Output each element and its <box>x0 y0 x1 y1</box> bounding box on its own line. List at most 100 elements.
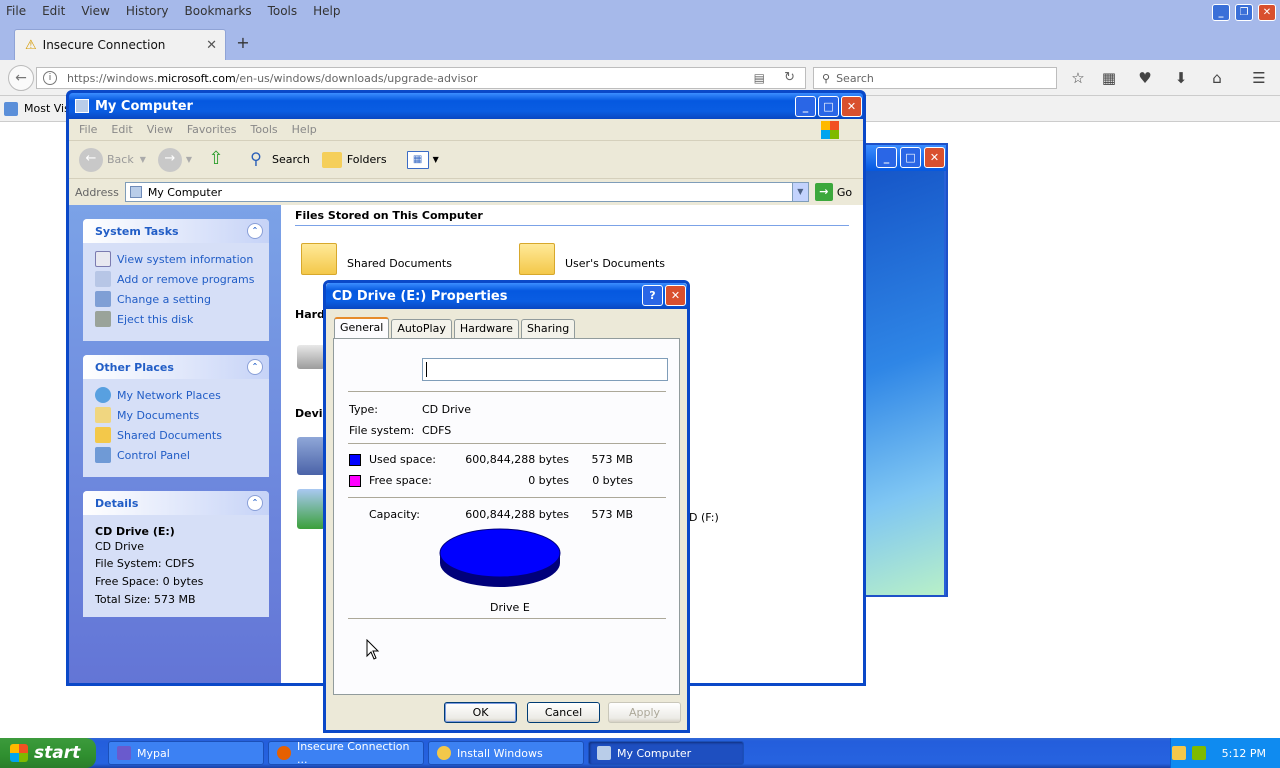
menu-help[interactable]: Help <box>313 4 340 18</box>
collapse-chevron-icon[interactable]: ⌃ <box>247 223 263 239</box>
close-icon[interactable]: ✕ <box>924 147 945 168</box>
tab-autoplay[interactable]: AutoPlay <box>391 319 452 339</box>
used-space-swatch <box>349 454 361 466</box>
taskbar-button-my-computer[interactable]: My Computer <box>588 741 744 765</box>
hamburger-menu-icon[interactable]: ☰ <box>1248 68 1270 88</box>
taskbar-label: Install Windows <box>457 746 543 760</box>
back-button[interactable]: ← Back ▼ <box>79 147 146 172</box>
taskbar-button-mypal[interactable]: Mypal <box>108 741 264 765</box>
bookmark-star-icon[interactable]: ☆ <box>1067 68 1089 88</box>
search-button[interactable]: ⚲ Search <box>244 148 310 172</box>
taskbar-button-install-windows[interactable]: Install Windows <box>428 741 584 765</box>
place-network-places[interactable]: My Network Places <box>95 385 269 405</box>
my-computer-titlebar[interactable]: My Computer <box>69 93 863 119</box>
search-box[interactable]: ⚲ Search <box>813 67 1057 89</box>
menu-view[interactable]: View <box>147 123 173 136</box>
forward-button[interactable]: → ▼ <box>157 147 193 172</box>
free-space-mb: 0 bytes <box>592 474 633 487</box>
tab-close-icon[interactable]: ✕ <box>206 38 217 53</box>
network-places-icon <box>95 387 111 403</box>
download-icon[interactable]: ⬇ <box>1170 68 1192 88</box>
menu-history[interactable]: History <box>126 4 169 18</box>
dialog-titlebar[interactable]: CD Drive (E:) Properties <box>326 283 687 309</box>
minimize-icon[interactable]: _ <box>795 96 816 117</box>
collapse-chevron-icon[interactable]: ⌃ <box>247 359 263 375</box>
minimize-icon[interactable]: _ <box>876 147 897 168</box>
tray-network-icon[interactable] <box>1191 746 1206 760</box>
close-icon[interactable]: ✕ <box>841 96 862 117</box>
tab-hardware[interactable]: Hardware <box>453 319 519 339</box>
type-value: CD Drive <box>422 403 471 416</box>
tab-sharing[interactable]: Sharing <box>520 319 576 339</box>
drive-f-label[interactable]: D (F:) <box>689 511 719 524</box>
maximize-icon[interactable]: □ <box>818 96 839 117</box>
task-view-system-information[interactable]: View system information <box>95 249 269 269</box>
taskbar-button-insecure-connection[interactable]: Insecure Connection ... <box>268 740 424 766</box>
background-window[interactable]: _ □ ✕ <box>862 143 948 597</box>
tab-insecure-connection[interactable]: ⚠ Insecure Connection ✕ <box>14 29 226 60</box>
close-icon[interactable]: ✕ <box>1258 4 1276 21</box>
tab-general[interactable]: General <box>334 317 390 339</box>
library-icon[interactable]: ▦ <box>1098 68 1120 88</box>
clock[interactable]: 5:12 PM <box>1222 747 1266 760</box>
menu-edit[interactable]: Edit <box>111 123 132 136</box>
go-button[interactable]: → Go <box>814 183 852 201</box>
reader-view-icon[interactable]: ▤ <box>754 71 765 85</box>
info-icon[interactable]: i <box>43 71 57 85</box>
menu-file[interactable]: File <box>79 123 97 136</box>
maximize-icon[interactable]: □ <box>900 147 921 168</box>
chevron-down-icon[interactable]: ▼ <box>791 183 808 201</box>
reload-icon[interactable]: ↻ <box>784 70 795 85</box>
chevron-down-icon: ▼ <box>185 155 193 164</box>
other-places-panel: Other Places ⌃ My Network Places My Docum… <box>83 355 269 477</box>
apply-button[interactable]: Apply <box>608 702 681 723</box>
url-bar[interactable]: i https://windows. microsoft.com/en-us/wi… <box>36 67 806 89</box>
menu-edit[interactable]: Edit <box>42 4 65 18</box>
up-folder-button[interactable]: ⇧ <box>204 148 232 172</box>
menu-file[interactable]: File <box>6 4 26 18</box>
home-icon[interactable]: ⌂ <box>1206 68 1228 88</box>
taskbar-label: Mypal <box>137 746 170 760</box>
shared-documents-label[interactable]: Shared Documents <box>347 257 452 270</box>
place-shared-documents[interactable]: Shared Documents <box>95 425 269 445</box>
cd-drive-icon[interactable] <box>297 489 325 529</box>
help-icon[interactable]: ? <box>642 285 663 306</box>
panel-title: System Tasks <box>95 224 179 238</box>
folder-icon[interactable] <box>301 243 337 275</box>
start-button[interactable]: start <box>0 738 96 768</box>
menu-tools[interactable]: Tools <box>268 4 298 18</box>
collapse-chevron-icon[interactable]: ⌃ <box>247 495 263 511</box>
drive-label-input[interactable] <box>422 358 668 381</box>
new-tab-button[interactable]: + <box>234 33 252 53</box>
users-documents-label[interactable]: User's Documents <box>565 257 665 270</box>
folder-icon[interactable] <box>519 243 555 275</box>
system-tasks-header[interactable]: System Tasks ⌃ <box>83 219 269 243</box>
task-eject-disk[interactable]: Eject this disk <box>95 309 269 329</box>
other-places-header[interactable]: Other Places ⌃ <box>83 355 269 379</box>
address-input[interactable]: My Computer ▼ <box>124 182 809 202</box>
floppy-drive-icon[interactable] <box>297 437 325 475</box>
menu-view[interactable]: View <box>81 4 109 18</box>
restore-icon[interactable]: ❐ <box>1235 4 1253 21</box>
details-header[interactable]: Details ⌃ <box>83 491 269 515</box>
back-button[interactable]: ← <box>8 65 34 91</box>
folders-button[interactable]: Folders <box>321 151 387 168</box>
views-button[interactable]: ▦ ▼ <box>406 150 439 169</box>
ok-button[interactable]: OK <box>444 702 517 723</box>
minimize-icon[interactable]: _ <box>1212 4 1230 21</box>
menu-tools[interactable]: Tools <box>251 123 278 136</box>
capacity-bytes: 600,844,288 bytes <box>465 508 569 521</box>
menu-bookmarks[interactable]: Bookmarks <box>185 4 252 18</box>
task-add-remove-programs[interactable]: Add or remove programs <box>95 269 269 289</box>
place-control-panel[interactable]: Control Panel <box>95 445 269 465</box>
hard-drive-icon[interactable] <box>297 345 325 369</box>
task-change-setting[interactable]: Change a setting <box>95 289 269 309</box>
place-my-documents[interactable]: My Documents <box>95 405 269 425</box>
menu-favorites[interactable]: Favorites <box>187 123 237 136</box>
close-icon[interactable]: ✕ <box>665 285 686 306</box>
windows-flag-icon <box>10 744 28 762</box>
pocket-icon[interactable]: ♥ <box>1134 68 1156 88</box>
menu-help[interactable]: Help <box>292 123 317 136</box>
tray-tools-icon[interactable] <box>1171 746 1186 760</box>
cancel-button[interactable]: Cancel <box>527 702 600 723</box>
